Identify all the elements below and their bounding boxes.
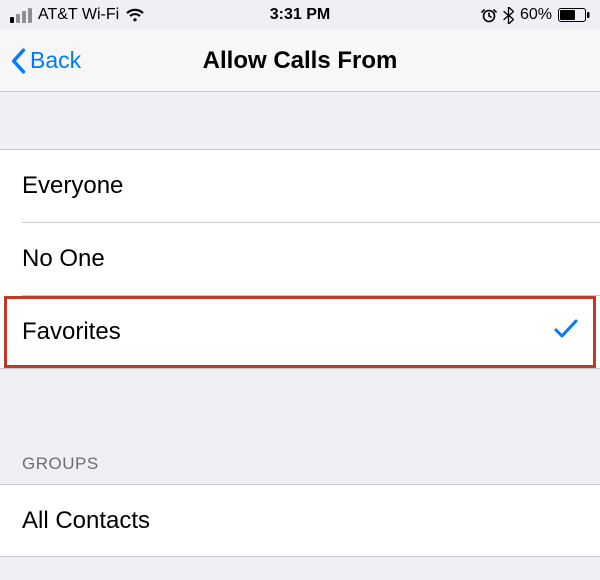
status-right: 60% — [481, 6, 590, 24]
battery-icon — [558, 8, 590, 22]
option-label: Everyone — [22, 172, 123, 200]
status-left: AT&T Wi-Fi — [10, 6, 145, 24]
option-all-contacts[interactable]: All Contacts — [0, 485, 600, 557]
back-button[interactable]: Back — [10, 47, 81, 74]
cellular-signal-icon — [10, 8, 32, 23]
alarm-icon — [481, 7, 497, 23]
options-list: Everyone No One Favorites — [0, 150, 600, 368]
back-label: Back — [30, 47, 81, 74]
battery-percent: 60% — [520, 6, 552, 24]
option-label: All Contacts — [22, 507, 150, 535]
groups-header: GROUPS — [0, 426, 600, 485]
carrier-label: AT&T Wi-Fi — [38, 6, 119, 24]
wifi-icon — [125, 8, 145, 22]
section-gap — [0, 368, 600, 426]
bluetooth-icon — [503, 7, 514, 24]
nav-bar: Back Allow Calls From — [0, 30, 600, 92]
option-no-one[interactable]: No One — [0, 223, 600, 295]
option-everyone[interactable]: Everyone — [0, 150, 600, 222]
section-spacer — [0, 92, 600, 150]
chevron-left-icon — [10, 48, 26, 74]
checkmark-icon — [554, 318, 578, 346]
option-label: Favorites — [22, 318, 121, 346]
page-title: Allow Calls From — [203, 47, 398, 75]
groups-list: All Contacts — [0, 485, 600, 557]
status-time: 3:31 PM — [270, 6, 330, 24]
option-favorites[interactable]: Favorites — [0, 296, 600, 368]
status-bar: AT&T Wi-Fi 3:31 PM 60% — [0, 0, 600, 30]
option-label: No One — [22, 245, 105, 273]
